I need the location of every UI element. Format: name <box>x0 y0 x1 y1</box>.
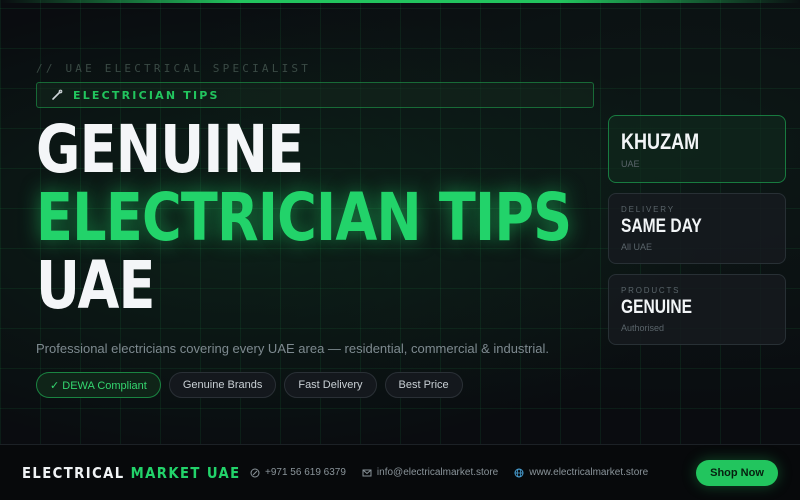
wrench-icon <box>52 89 63 100</box>
location-sub: UAE <box>621 159 640 169</box>
delivery-value: SAME DAY <box>621 216 702 237</box>
contact-email[interactable]: info@electricalmarket.store <box>362 467 498 478</box>
tag-label: ELECTRICIAN TIPS <box>73 88 220 102</box>
delivery-label: DELIVERY <box>621 205 675 214</box>
delivery-sub: All UAE <box>621 242 653 252</box>
pill-best-price[interactable]: Best Price <box>384 372 463 398</box>
footer: ELECTRICAL MARKET UAE +971 56 619 6379 i… <box>0 444 800 500</box>
category-tag: ELECTRICIAN TIPS <box>36 82 594 108</box>
subtitle: Professional electricians covering every… <box>36 341 549 356</box>
website-text: www.electricalmarket.store <box>529 467 649 478</box>
headline: GENUINE ELECTRICIAN TIPS UAE <box>36 111 572 324</box>
pill-fast-delivery[interactable]: Fast Delivery <box>284 372 377 398</box>
headline-line-1: GENUINE <box>36 111 304 188</box>
phone-text: +971 56 619 6379 <box>265 467 346 478</box>
headline-line-2: ELECTRICIAN TIPS <box>36 179 572 256</box>
products-label: PRODUCTS <box>621 286 681 295</box>
contact-phone[interactable]: +971 56 619 6379 <box>250 467 346 478</box>
shop-now-button[interactable]: Shop Now <box>696 459 778 486</box>
eyebrow-text: // UAE ELECTRICAL SPECIALIST <box>36 62 312 75</box>
info-cards: KHUZAM UAE DELIVERY SAME DAY All UAE PRO… <box>608 115 786 355</box>
pill-dewa-compliant[interactable]: ✓ DEWA Compliant <box>36 372 161 398</box>
contact-list: +971 56 619 6379 info@electricalmarket.s… <box>250 467 648 478</box>
products-value: GENUINE <box>621 297 692 318</box>
products-card: PRODUCTS GENUINE Authorised <box>608 274 786 345</box>
feature-pills: ✓ DEWA Compliant Genuine Brands Fast Del… <box>36 372 463 398</box>
products-sub: Authorised <box>621 323 665 333</box>
globe-icon <box>514 468 524 477</box>
headline-line-3: UAE <box>36 247 156 324</box>
mail-icon <box>362 469 372 476</box>
contact-website[interactable]: www.electricalmarket.store <box>514 467 648 478</box>
brand-part-1: ELECTRICAL <box>22 463 131 482</box>
location-value: KHUZAM <box>621 129 700 154</box>
email-text: info@electricalmarket.store <box>376 467 499 478</box>
phone-icon <box>250 468 260 477</box>
brand-part-2: MARKET UAE <box>130 463 241 482</box>
delivery-card: DELIVERY SAME DAY All UAE <box>608 193 786 264</box>
top-accent-bar <box>0 0 800 3</box>
brand-logo[interactable]: ELECTRICAL MARKET UAE <box>22 463 239 482</box>
pill-genuine-brands[interactable]: Genuine Brands <box>168 372 277 398</box>
location-card: KHUZAM UAE <box>608 115 786 183</box>
